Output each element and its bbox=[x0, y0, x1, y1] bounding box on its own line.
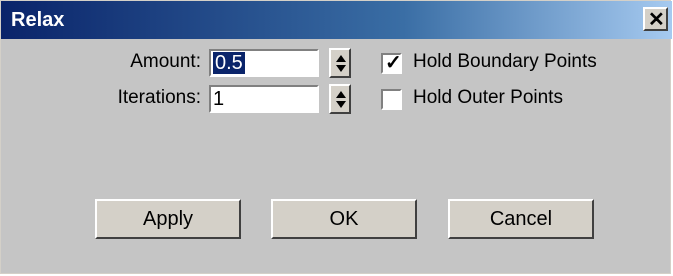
hold-outer-points-label[interactable]: Hold Outer Points bbox=[413, 87, 563, 109]
hold-boundary-points-label[interactable]: Hold Boundary Points bbox=[413, 51, 597, 73]
iterations-label: Iterations: bbox=[117, 87, 201, 108]
close-icon: ✕ bbox=[648, 9, 665, 31]
checkmark-icon: ✓ bbox=[385, 52, 402, 74]
window-title: Relax bbox=[11, 9, 65, 31]
cancel-button[interactable]: Cancel bbox=[448, 199, 594, 239]
hold-boundary-points-checkbox[interactable]: ✓ bbox=[381, 52, 402, 74]
spinner-down-icon[interactable] bbox=[336, 65, 346, 72]
amount-label: Amount: bbox=[130, 51, 201, 72]
spinner-up-icon[interactable] bbox=[336, 55, 346, 62]
amount-input[interactable]: 0.5 bbox=[209, 49, 319, 77]
spinner-up-icon[interactable] bbox=[336, 91, 346, 98]
iterations-spinner[interactable] bbox=[329, 84, 351, 114]
ok-button[interactable]: OK bbox=[271, 199, 417, 239]
relax-dialog: Relax ✕ Amount: 0.5 Iterations: 1 ✓ Hold… bbox=[0, 0, 672, 274]
apply-button[interactable]: Apply bbox=[95, 199, 241, 239]
close-button[interactable]: ✕ bbox=[643, 7, 668, 31]
iterations-value: 1 bbox=[213, 88, 225, 110]
hold-outer-points-checkbox[interactable] bbox=[381, 89, 402, 110]
title-bar[interactable]: Relax ✕ bbox=[1, 1, 672, 39]
amount-value: 0.5 bbox=[213, 52, 245, 74]
iterations-input[interactable]: 1 bbox=[209, 85, 319, 113]
amount-spinner[interactable] bbox=[329, 48, 351, 78]
spinner-down-icon[interactable] bbox=[336, 101, 346, 108]
